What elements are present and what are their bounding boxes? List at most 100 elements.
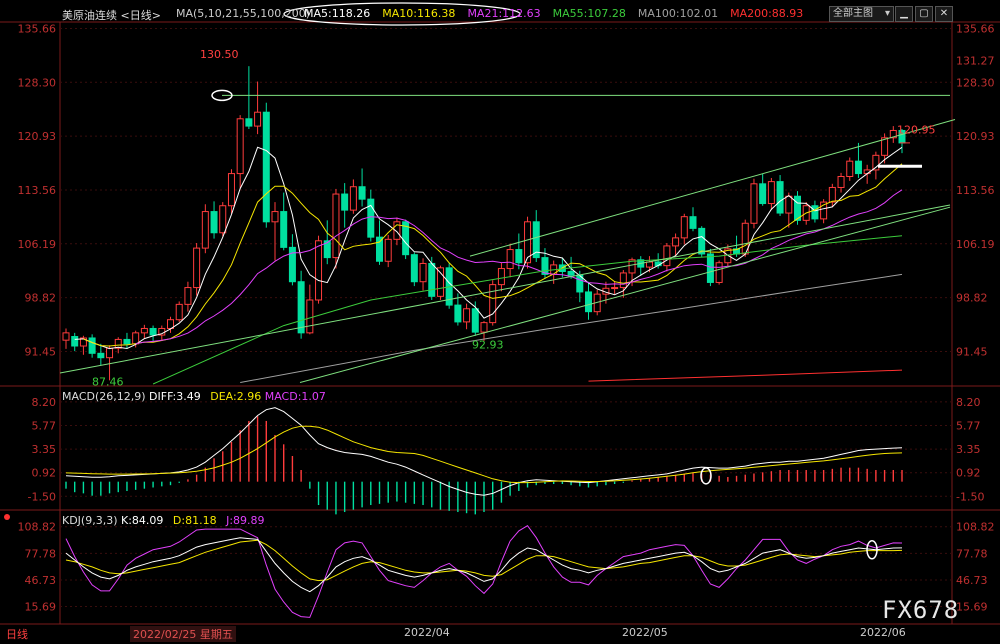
candle-body	[767, 181, 775, 205]
candle-body	[619, 272, 627, 289]
macd-value: MACD:1.07	[264, 390, 326, 403]
price-tick-right: 135.66	[956, 22, 995, 35]
candle	[637, 256, 645, 276]
candle-body	[219, 205, 227, 234]
candle	[97, 343, 105, 366]
candle	[820, 199, 828, 224]
candle	[175, 301, 183, 322]
price-tick-left: 128.30	[18, 76, 57, 89]
candle-body	[854, 160, 862, 175]
low-annotation-2: 92.93	[472, 338, 504, 351]
macd-dea: DEA:2.96	[210, 390, 262, 403]
candle-body	[184, 287, 192, 305]
kdj-j-line	[65, 525, 903, 618]
ma-value-3: MA55:107.28	[552, 7, 626, 20]
candle-body	[811, 205, 819, 220]
candle	[506, 243, 514, 278]
candle	[140, 324, 148, 338]
candle-body	[227, 173, 235, 207]
candle	[306, 284, 314, 335]
candle	[524, 216, 532, 269]
ma200-line	[588, 369, 903, 382]
candle	[254, 81, 262, 135]
kdj-tick-right: 77.78	[956, 547, 988, 560]
candle-body	[419, 262, 427, 283]
candle-body	[645, 261, 653, 268]
candle-body	[410, 254, 418, 283]
kdj-tick-right: 15.69	[956, 601, 988, 614]
ma-value-4: MA100:102.01	[637, 7, 719, 20]
price-tick-left: 91.45	[25, 345, 57, 358]
candle-body	[715, 262, 723, 283]
candle	[489, 280, 497, 326]
candle	[297, 270, 305, 339]
candle	[271, 202, 279, 261]
ma-value-2: MA21:112.63	[467, 7, 541, 20]
chevron-down-icon: ▾	[884, 8, 890, 19]
candle-body	[515, 249, 523, 264]
kdj-tick-left: 108.82	[18, 521, 57, 534]
candle	[349, 179, 357, 214]
candle	[358, 168, 366, 207]
ma-value-0: MA5:118.26	[304, 7, 371, 20]
candle-body	[837, 176, 845, 188]
candle-body	[454, 304, 462, 323]
candle-body	[585, 291, 592, 313]
candle	[384, 234, 392, 268]
candle	[262, 102, 270, 228]
high-annotation: 130.50	[200, 48, 239, 61]
candle	[776, 175, 784, 216]
candle	[767, 177, 775, 211]
candle	[497, 262, 505, 292]
candle	[759, 173, 767, 206]
last-price-annotation: 120.95	[897, 123, 936, 136]
candle-body	[785, 195, 793, 214]
dropdown-label: 全部主图	[833, 8, 873, 19]
restore-icon: ▢	[919, 8, 929, 19]
close-button[interactable]: ✕	[935, 6, 953, 22]
cursor-date: 2022/02/25 星期五	[130, 626, 236, 642]
candle-body	[201, 211, 209, 249]
period-label[interactable]: <日线>	[121, 9, 161, 22]
candle-body	[332, 193, 340, 259]
price-tick-right: 128.30	[956, 76, 995, 89]
ma-values: MA5:118.26 MA10:116.38 MA21:112.63 MA55:107…	[304, 7, 815, 21]
restore-button[interactable]: ▢	[915, 6, 933, 22]
candle	[123, 332, 131, 349]
candle	[532, 210, 540, 262]
kdj-legend: KDJ(9,3,3) K:84.09 D:81.18 J:89.89	[62, 514, 265, 528]
candle	[419, 258, 427, 291]
candle-body	[271, 211, 279, 223]
candle-body	[236, 118, 244, 175]
candle-body	[776, 181, 784, 214]
kdj-title: KDJ(9,3,3)	[62, 514, 118, 527]
kdj-tick-left: 15.69	[25, 601, 57, 614]
ma-params: MA(5,10,21,55,100,200)	[176, 7, 311, 20]
candle	[210, 201, 218, 239]
macd-tick-left: 3.35	[32, 443, 57, 456]
candle	[184, 281, 192, 312]
low-annotation-1: 87.46	[92, 376, 124, 389]
main-chart-dropdown[interactable]: 全部主图 ▾	[829, 6, 894, 22]
candle	[837, 172, 845, 193]
candle-body	[828, 186, 836, 203]
candle	[236, 115, 244, 189]
candle	[828, 183, 836, 208]
kdj-k-line	[65, 537, 903, 593]
candle-body	[106, 347, 114, 359]
price-tick-right: 113.56	[956, 184, 995, 197]
candle-body	[489, 284, 497, 324]
ma-value-1: MA10:116.38	[382, 7, 456, 20]
candle	[811, 200, 819, 223]
period-tab[interactable]: 日线	[6, 626, 28, 642]
candle-body	[280, 211, 288, 248]
chart-canvas[interactable]: 135.66 135.66 128.30 128.30 120.93 120.93 113.…	[0, 0, 1000, 644]
minimize-button[interactable]: ▁	[895, 6, 913, 22]
ma-value-5: MA200:88.93	[730, 7, 804, 20]
candle-body	[132, 332, 140, 345]
candle-body	[71, 336, 79, 347]
ma100-line	[240, 273, 903, 383]
candle-body	[759, 183, 767, 205]
macd-tick-left: -1.50	[28, 490, 56, 503]
price-tick-left: 120.93	[18, 130, 57, 143]
